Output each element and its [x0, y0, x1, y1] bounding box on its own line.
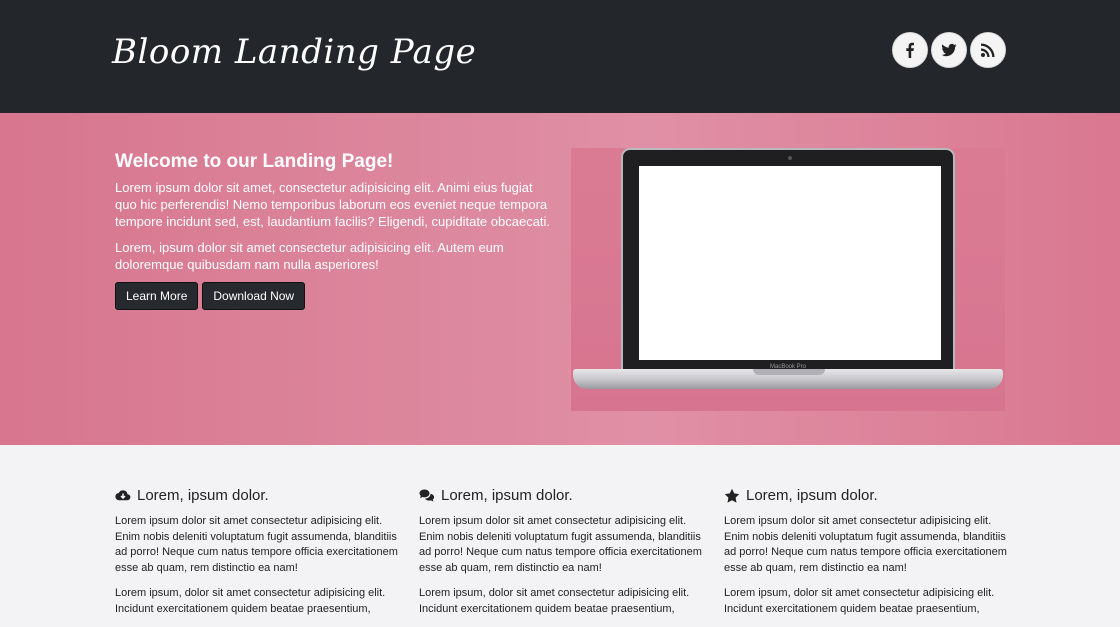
rss-link[interactable] [970, 32, 1006, 68]
laptop-base [573, 369, 1003, 389]
feature-title-2: Lorem, ipsum dolor. [419, 487, 704, 504]
hero-paragraph-1: Lorem ipsum dolor sit amet, consectetur … [115, 180, 551, 229]
download-now-button[interactable]: Download Now [202, 282, 306, 310]
hero-title: Welcome to our Landing Page! [115, 151, 394, 172]
twitter-icon [941, 42, 957, 58]
feature-column-2: Lorem, ipsum dolor. Lorem ipsum dolor si… [419, 487, 704, 627]
feature-text-2b: Lorem ipsum, dolor sit amet consectetur … [419, 587, 690, 615]
comments-icon [419, 488, 435, 504]
feature-title-text-2: Lorem, ipsum dolor. [441, 487, 573, 504]
feature-title-1: Lorem, ipsum dolor. [115, 487, 400, 504]
twitter-link[interactable] [931, 32, 967, 68]
feature-title-3: Lorem, ipsum dolor. [724, 487, 1009, 504]
laptop-lid: MacBook Pro [621, 148, 955, 373]
feature-column-3: Lorem, ipsum dolor. Lorem ipsum dolor si… [724, 487, 1009, 627]
feature-text-3a: Lorem ipsum dolor sit amet consectetur a… [724, 515, 1007, 574]
laptop-camera [788, 156, 792, 160]
learn-more-button[interactable]: Learn More [115, 282, 199, 310]
cloud-download-icon [115, 488, 131, 504]
hero-content: Welcome to our Landing Page! Lorem ipsum… [115, 151, 555, 310]
features-section: Lorem, ipsum dolor. Lorem ipsum dolor si… [0, 445, 1120, 615]
facebook-icon [902, 42, 918, 58]
feature-text-1a: Lorem ipsum dolor sit amet consectetur a… [115, 515, 398, 574]
feature-text-3b: Lorem ipsum, dolor sit amet consectetur … [724, 587, 995, 615]
facebook-link[interactable] [892, 32, 928, 68]
laptop-screen [639, 166, 941, 360]
feature-text-2a: Lorem ipsum dolor sit amet consectetur a… [419, 515, 702, 574]
feature-title-text-1: Lorem, ipsum dolor. [137, 487, 269, 504]
hero-section: Welcome to our Landing Page! Lorem ipsum… [0, 113, 1120, 445]
social-links [892, 32, 1006, 68]
brand-logo[interactable]: Bloom Landing Page [112, 32, 476, 72]
feature-text-1b: Lorem ipsum, dolor sit amet consectetur … [115, 587, 386, 615]
hero-paragraph-2: Lorem, ipsum dolor sit amet consectetur … [115, 240, 504, 272]
feature-title-text-3: Lorem, ipsum dolor. [746, 487, 878, 504]
feature-column-1: Lorem, ipsum dolor. Lorem ipsum dolor si… [115, 487, 400, 627]
star-icon [724, 488, 740, 504]
site-header: Bloom Landing Page [0, 0, 1120, 113]
laptop-image: MacBook Pro [571, 148, 1005, 411]
hero-buttons: Learn More Download Now [115, 282, 555, 310]
laptop-notch [753, 369, 825, 375]
rss-icon [980, 42, 996, 58]
